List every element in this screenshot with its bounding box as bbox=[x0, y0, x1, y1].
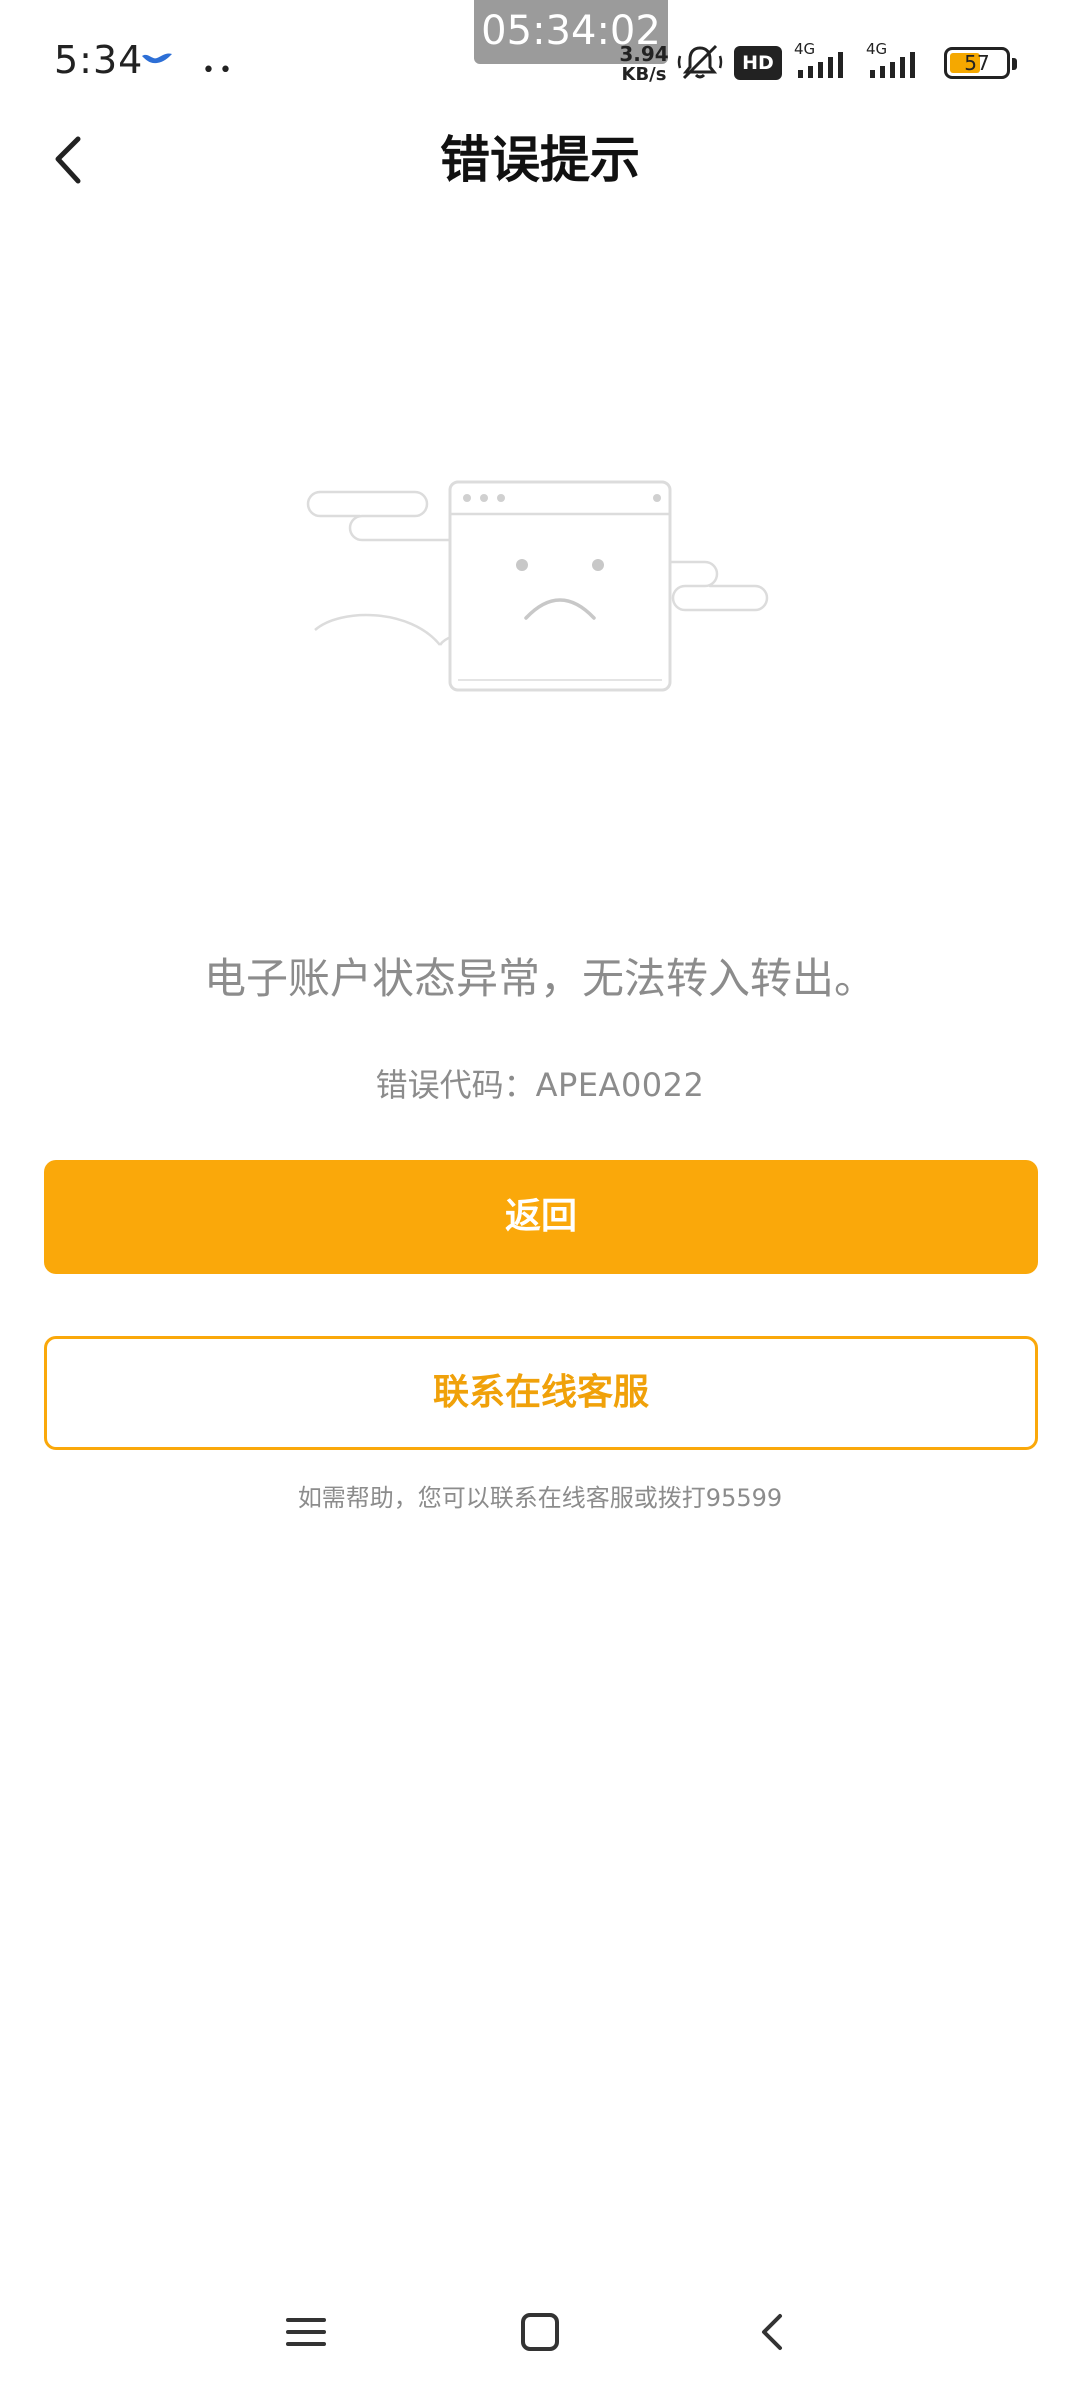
help-text: 如需帮助，您可以联系在线客服或拨打95599 bbox=[297, 1484, 783, 1512]
net-speed: 3.94 KB/s bbox=[616, 44, 672, 84]
error-code-label: 错误代码： bbox=[375, 1066, 536, 1104]
net-speed-unit: KB/s bbox=[621, 64, 667, 85]
system-nav-bar bbox=[0, 2280, 1080, 2400]
svg-text:4G: 4G bbox=[866, 40, 887, 58]
net-speed-value: 3.94 bbox=[619, 42, 669, 66]
nav-bar: 错误提示 bbox=[0, 125, 1080, 255]
battery-tip bbox=[1012, 58, 1017, 70]
signal-icon: 4G bbox=[792, 40, 862, 86]
svg-text:4G: 4G bbox=[794, 40, 815, 58]
sad-browser-window-illustration bbox=[300, 470, 780, 710]
chevron-left-icon bbox=[55, 136, 81, 184]
error-message: 电子账户状态异常，无法转入转出。 bbox=[203, 954, 876, 1003]
contact-support-button[interactable]: 联系在线客服 bbox=[44, 1336, 1038, 1450]
bird-icon bbox=[140, 50, 174, 72]
back-icon[interactable] bbox=[752, 2310, 796, 2354]
battery-icon: 57 bbox=[944, 47, 1017, 79]
status-bar: 5:34 •• 05:34:02 3.94 KB/s HD 4G 4G 57 bbox=[0, 0, 1080, 125]
back-button[interactable] bbox=[38, 125, 108, 195]
error-code: 错误代码：APEA0022 bbox=[0, 1060, 1080, 1106]
more-dots-icon: •• bbox=[202, 58, 236, 83]
home-icon[interactable] bbox=[518, 2310, 562, 2354]
mute-bell-icon bbox=[676, 42, 724, 86]
status-time: 5:34 bbox=[54, 38, 144, 82]
signal-icon: 4G bbox=[866, 40, 936, 86]
battery-level: 57 bbox=[964, 51, 990, 75]
menu-icon[interactable] bbox=[284, 2310, 328, 2354]
return-button[interactable]: 返回 bbox=[44, 1160, 1038, 1274]
hd-icon: HD bbox=[734, 46, 782, 80]
page-title: 错误提示 bbox=[440, 131, 640, 189]
error-code-value: APEA0022 bbox=[535, 1066, 705, 1104]
screen: 5:34 •• 05:34:02 3.94 KB/s HD 4G 4G 57 错… bbox=[0, 0, 1080, 2400]
